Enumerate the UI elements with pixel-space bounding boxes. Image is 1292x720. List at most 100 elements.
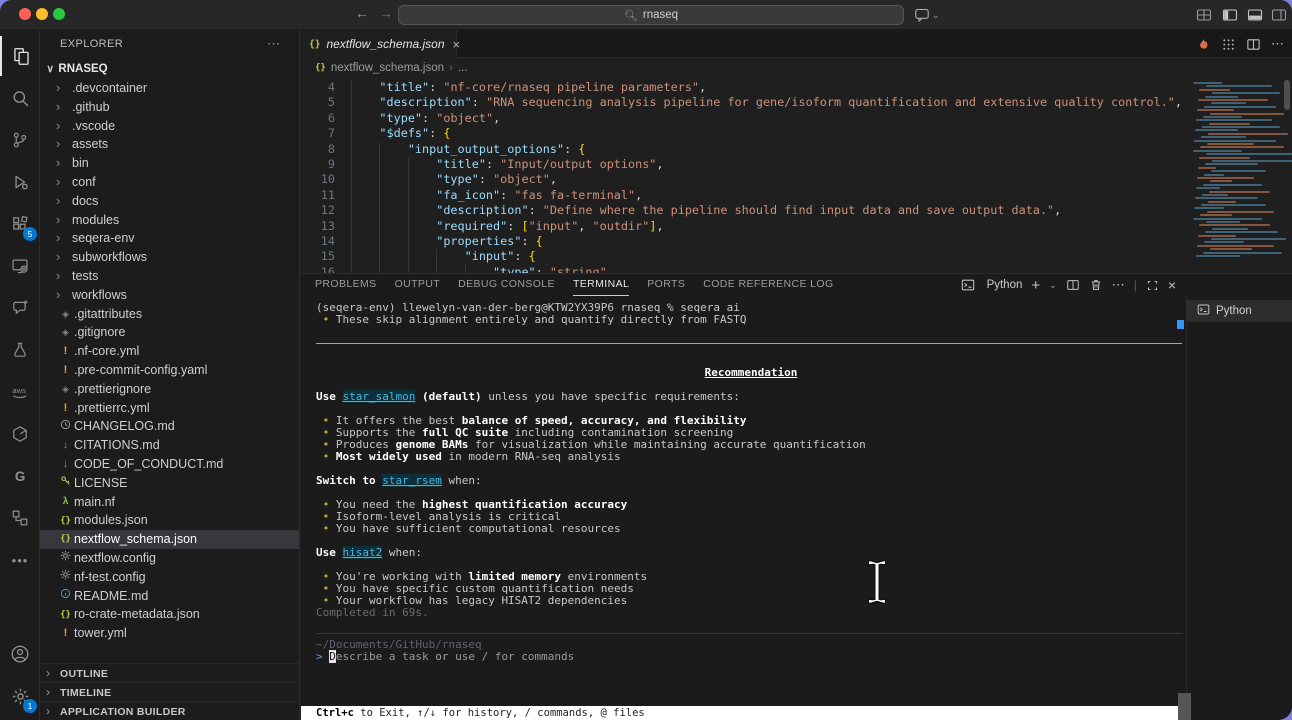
- file-row[interactable]: ↓CODE_OF_CONDUCT.md: [40, 455, 299, 474]
- activity-remote-explorer-icon[interactable]: [0, 246, 40, 286]
- gear-file-icon: [57, 549, 74, 568]
- minimap-line: [1210, 113, 1284, 115]
- file-row[interactable]: {}modules.json: [40, 511, 299, 530]
- panel-tab-problems[interactable]: PROBLEMS: [315, 274, 377, 296]
- folder-row[interactable]: ›docs: [40, 192, 299, 211]
- activity-accounts-icon[interactable]: [0, 634, 40, 674]
- editor-scrollbar[interactable]: [1284, 80, 1290, 110]
- explorer-more-actions-icon[interactable]: ⋯: [267, 36, 281, 52]
- folder-row[interactable]: ›modules: [40, 211, 299, 230]
- file-row[interactable]: LICENSE: [40, 474, 299, 493]
- activity-hexagon-icon[interactable]: [0, 414, 40, 454]
- breadcrumb[interactable]: {} nextflow_schema.json › ...: [301, 58, 1292, 78]
- root-folder-row[interactable]: ∨RNASEQ: [40, 60, 299, 79]
- folder-row[interactable]: ›conf: [40, 173, 299, 192]
- file-label: nf-test.config: [74, 570, 146, 584]
- file-row[interactable]: README.md: [40, 587, 299, 606]
- close-traffic-light[interactable]: [19, 8, 31, 20]
- file-row[interactable]: !.pre-commit-config.yaml: [40, 361, 299, 380]
- minimap[interactable]: [1186, 78, 1292, 273]
- minimap-line: [1204, 106, 1276, 108]
- terminal-list-item[interactable]: Python: [1187, 300, 1292, 322]
- file-row[interactable]: ↓CITATIONS.md: [40, 436, 299, 455]
- split-terminal-icon[interactable]: [1066, 278, 1080, 292]
- terminal-output[interactable]: (seqera-env) llewelyn-van-der-berg@KTW2Y…: [301, 296, 1186, 706]
- minimize-traffic-light[interactable]: [36, 8, 48, 20]
- file-row[interactable]: {}nextflow_schema.json: [40, 530, 299, 549]
- activity-testing-icon[interactable]: [0, 330, 40, 370]
- file-row[interactable]: CHANGELOG.md: [40, 417, 299, 436]
- panel-tab-ports[interactable]: PORTS: [647, 274, 685, 296]
- folder-row[interactable]: ›.vscode: [40, 117, 299, 136]
- tab-nextflow-schema[interactable]: {} nextflow_schema.json ×: [301, 30, 457, 58]
- file-row[interactable]: !tower.yml: [40, 624, 299, 643]
- maximize-panel-icon[interactable]: [1146, 279, 1159, 292]
- code-line: 16"type": "string",: [301, 265, 1186, 273]
- file-row[interactable]: {}ro-crate-metadata.json: [40, 605, 299, 624]
- minimap-line: [1196, 187, 1220, 189]
- file-row[interactable]: ◈.gitignore: [40, 323, 299, 342]
- editor-more-actions-icon[interactable]: ⋯: [1271, 36, 1284, 52]
- activity-gitlens-icon[interactable]: G: [0, 456, 40, 496]
- activity-boxes-icon[interactable]: [0, 498, 40, 538]
- flame-run-icon[interactable]: [1196, 37, 1211, 52]
- file-row[interactable]: nf-test.config: [40, 568, 299, 587]
- code-editor[interactable]: 4"title": "nf-core/rnaseq pipeline param…: [301, 78, 1186, 273]
- toggle-secondary-sidebar-button[interactable]: [1271, 7, 1287, 23]
- command-center-search[interactable]: 🔍︎ rnaseq: [398, 5, 904, 25]
- file-row[interactable]: !.prettierrc.yml: [40, 399, 299, 418]
- section-application-builder[interactable]: ›APPLICATION BUILDER: [40, 701, 299, 720]
- file-row[interactable]: ◈.prettierignore: [40, 380, 299, 399]
- activity-run-debug-icon[interactable]: [0, 162, 40, 202]
- chevron-right-icon: ›: [46, 683, 60, 701]
- folder-row[interactable]: ›workflows: [40, 286, 299, 305]
- close-panel-icon[interactable]: ×: [1168, 277, 1176, 293]
- folder-row[interactable]: ›seqera-env: [40, 229, 299, 248]
- dot-grid-icon[interactable]: [1221, 37, 1236, 52]
- activity-explorer-icon[interactable]: [0, 36, 40, 76]
- code-line: 15"input": {: [301, 249, 1186, 264]
- split-editor-icon[interactable]: [1246, 37, 1261, 52]
- new-terminal-button[interactable]: +: [1031, 277, 1040, 294]
- folder-row[interactable]: ›assets: [40, 135, 299, 154]
- file-row[interactable]: !.nf-core.yml: [40, 342, 299, 361]
- terminal-line: [316, 633, 1182, 637]
- customize-layout-button[interactable]: [1196, 7, 1212, 23]
- toggle-primary-sidebar-button[interactable]: [1222, 7, 1238, 23]
- section-outline[interactable]: ›OUTLINE: [40, 663, 299, 682]
- activity-aws-icon[interactable]: aws: [0, 372, 40, 412]
- forward-arrow-icon[interactable]: →: [376, 5, 396, 21]
- folder-row[interactable]: ›subworkflows: [40, 248, 299, 267]
- minimap-line: [1209, 191, 1270, 193]
- back-arrow-icon[interactable]: ←: [352, 5, 372, 21]
- svg-text:G: G: [15, 469, 26, 484]
- activity-source-control-icon[interactable]: [0, 120, 40, 160]
- activity-extensions-icon[interactable]: 5: [0, 204, 40, 244]
- kill-terminal-icon[interactable]: [1089, 278, 1103, 292]
- folder-row[interactable]: ›.github: [40, 98, 299, 117]
- close-tab-icon[interactable]: ×: [453, 37, 461, 52]
- zoom-traffic-light[interactable]: [53, 8, 65, 20]
- toggle-panel-button[interactable]: [1247, 7, 1263, 23]
- file-row[interactable]: λmain.nf: [40, 493, 299, 512]
- activity-settings-icon[interactable]: 1: [0, 676, 40, 716]
- folder-row[interactable]: ›bin: [40, 154, 299, 173]
- panel-tab-terminal[interactable]: TERMINAL: [573, 274, 629, 296]
- minimap-line: [1199, 89, 1230, 91]
- file-row[interactable]: ◈.gitattributes: [40, 305, 299, 324]
- section-timeline[interactable]: ›TIMELINE: [40, 682, 299, 701]
- panel-more-actions-icon[interactable]: ⋯: [1112, 277, 1125, 293]
- folder-row[interactable]: ›tests: [40, 267, 299, 286]
- activity-chat-icon[interactable]: [0, 288, 40, 328]
- panel-tab-output[interactable]: OUTPUT: [395, 274, 441, 296]
- file-row[interactable]: nextflow.config: [40, 549, 299, 568]
- terminal-dropdown-icon[interactable]: ⌄: [1049, 280, 1057, 291]
- minimap-line: [1205, 163, 1258, 165]
- folder-row[interactable]: ›.devcontainer: [40, 79, 299, 98]
- panel-tab-code-reference-log[interactable]: CODE REFERENCE LOG: [703, 274, 833, 296]
- chat-toggle-button[interactable]: ⌄: [914, 5, 940, 25]
- activity-search-icon[interactable]: [0, 78, 40, 118]
- activity-more-icon[interactable]: •••: [0, 540, 40, 580]
- terminal-scrollbar[interactable]: [1178, 693, 1191, 720]
- panel-tab-debug-console[interactable]: DEBUG CONSOLE: [458, 274, 555, 296]
